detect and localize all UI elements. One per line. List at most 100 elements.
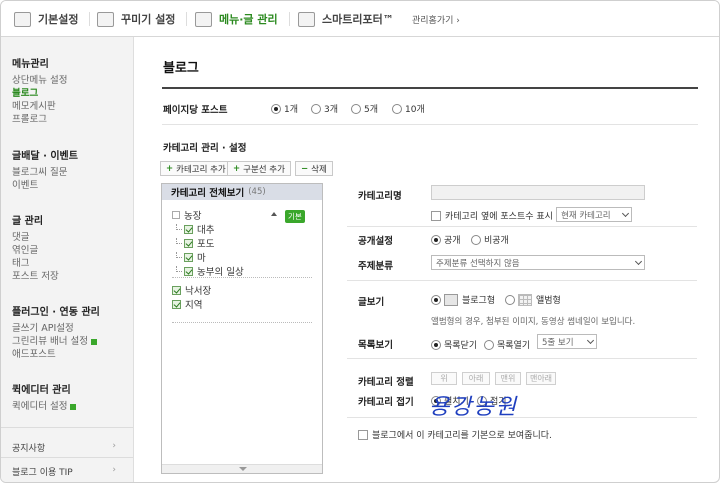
tab-smart-reporter[interactable]: 스마트리포터™ bbox=[298, 9, 394, 29]
divider bbox=[1, 457, 133, 458]
radio-posts-5[interactable]: 5개 bbox=[351, 102, 378, 115]
category-check-icon bbox=[184, 252, 193, 262]
move-bottom-button[interactable]: 맨아래 bbox=[526, 372, 556, 385]
radio-list-open[interactable]: 목록열기 bbox=[484, 338, 530, 351]
plus-icon: + bbox=[166, 163, 174, 174]
sidebar-item-api-settings[interactable]: 글쓰기 API설정 bbox=[12, 322, 100, 335]
sidebar-tip-link[interactable]: 블로그 이용 TIP › bbox=[12, 465, 124, 478]
tree-node-scribble[interactable]: 낙서장 bbox=[172, 283, 211, 297]
current-category-select[interactable]: 현재 카테고리 bbox=[556, 207, 632, 222]
window-frame: 기본설정 꾸미기 설정 메뉴·글 관리 스마트리포터™ 관리홈가기 › 메뉴관리… bbox=[0, 0, 720, 483]
radio-public[interactable]: 공개 bbox=[431, 233, 461, 246]
tree-branch bbox=[176, 224, 182, 230]
radio-posts-3[interactable]: 3개 bbox=[311, 102, 338, 115]
sidebar-group-menu: 메뉴관리 상단메뉴 설정 블로그 메모게시판 프롤로그 bbox=[12, 55, 67, 126]
radio-icon bbox=[505, 294, 515, 305]
radio-posts-10[interactable]: 10개 bbox=[392, 102, 425, 115]
sidebar-item-top-menu[interactable]: 상단메뉴 설정 bbox=[12, 74, 67, 87]
sidebar-item-event[interactable]: 이벤트 bbox=[12, 179, 78, 192]
sidebar-group-posts: 글 관리 댓글 엮인글 태그 포스트 저장 bbox=[12, 212, 59, 283]
sidebar-notice-link[interactable]: 공지사항 › bbox=[12, 441, 124, 454]
new-badge-icon bbox=[70, 403, 77, 410]
sidebar-item-comments[interactable]: 댓글 bbox=[12, 231, 59, 244]
topic-label: 주제분류 bbox=[358, 261, 393, 272]
category-sort-label: 카테고리 정렬 bbox=[358, 377, 414, 388]
category-all-view[interactable]: 카테고리 전체보기 (45) bbox=[162, 184, 322, 200]
add-category-button[interactable]: + 카테고리 추가 bbox=[160, 161, 232, 176]
sidebar-item-quick-editor[interactable]: 퀵에디터 설정 bbox=[12, 400, 77, 413]
main-content: 블로그 페이지당 포스트 1개 3개 5개 10개 카테고리 관리 · 설정 +… bbox=[135, 37, 719, 482]
new-badge-icon bbox=[90, 338, 97, 345]
radio-blog-type[interactable]: 블로그형 bbox=[431, 293, 495, 306]
category-name-input[interactable] bbox=[431, 185, 645, 200]
admin-home-link[interactable]: 관리홈가기 › bbox=[412, 13, 460, 26]
sidebar-item-save-posts[interactable]: 포스트 저장 bbox=[12, 270, 59, 283]
node-label: 대추 bbox=[197, 225, 215, 236]
delete-button[interactable]: − 삭제 bbox=[295, 161, 333, 176]
button-label: 카테고리 추가 bbox=[176, 164, 226, 175]
divider bbox=[347, 226, 697, 227]
category-collapse-label: 카테고리 접기 bbox=[358, 397, 414, 408]
list-rows-select[interactable]: 5줄 보기 bbox=[537, 334, 597, 349]
option-label: 목록열기 bbox=[497, 341, 531, 351]
move-up-button[interactable]: 위 bbox=[431, 372, 457, 385]
divider bbox=[162, 124, 698, 125]
plus-icon: + bbox=[233, 163, 241, 174]
tree-node-farm[interactable]: 농장 bbox=[172, 208, 201, 222]
watermark-text: 용강농원 bbox=[429, 395, 518, 420]
radio-list-closed[interactable]: 목록닫기 bbox=[431, 338, 477, 351]
collapse-caret-icon[interactable] bbox=[271, 212, 277, 216]
all-view-label: 카테고리 전체보기 bbox=[171, 188, 245, 199]
tree-node-region[interactable]: 지역 bbox=[172, 297, 202, 311]
top-navigation: 기본설정 꾸미기 설정 메뉴·글 관리 스마트리포터™ 관리홈가기 › bbox=[1, 1, 719, 37]
add-divider-button[interactable]: + 구분선 추가 bbox=[227, 161, 291, 176]
sidebar-item-adpost[interactable]: 애드포스트 bbox=[12, 348, 100, 361]
radio-checked-icon bbox=[431, 294, 441, 305]
sidebar-item-blog[interactable]: 블로그 bbox=[12, 87, 67, 100]
radio-icon bbox=[351, 103, 361, 114]
divider bbox=[347, 417, 697, 418]
radio-checked-icon bbox=[431, 339, 441, 350]
divider bbox=[1, 427, 133, 428]
checkbox-label: 블로그에서 이 카테고리를 기본으로 보여줍니다. bbox=[372, 431, 552, 441]
sidebar-item-prologue[interactable]: 프롤로그 bbox=[12, 113, 67, 126]
sidebar-item-label: 그린리뷰 배너 설정 bbox=[12, 336, 88, 347]
tab-basic-settings[interactable]: 기본설정 bbox=[14, 9, 91, 29]
tree-node-yam[interactable]: 마 bbox=[176, 250, 206, 264]
sidebar-item-blog-question[interactable]: 블로그씨 질문 bbox=[12, 166, 78, 179]
sidebar-group-title: 글배달 · 이벤트 bbox=[12, 151, 78, 162]
sidebar-item-tags[interactable]: 태그 bbox=[12, 257, 59, 270]
design-icon bbox=[97, 11, 114, 27]
tab-label: 기본설정 bbox=[38, 13, 79, 26]
sidebar-item-trackbacks[interactable]: 엮인글 bbox=[12, 244, 59, 257]
chevron-down-icon bbox=[584, 335, 596, 348]
move-top-button[interactable]: 맨위 bbox=[495, 372, 521, 385]
radio-album-type[interactable]: 앨범형 bbox=[505, 293, 561, 306]
sidebar-group-plugins: 플러그인 · 연동 관리 글쓰기 API설정 그린리뷰 배너 설정 애드포스트 bbox=[12, 303, 100, 361]
radio-icon bbox=[471, 234, 481, 245]
category-tree: 카테고리 전체보기 (45) 농장 기본 대추 포도 마 농부의 일상 낙서장 … bbox=[161, 183, 323, 474]
radio-posts-1[interactable]: 1개 bbox=[271, 102, 298, 115]
tab-label: 스마트리포터™ bbox=[322, 13, 394, 26]
tree-scroll-bottom[interactable] bbox=[162, 464, 322, 473]
radio-checked-icon bbox=[431, 234, 441, 245]
blog-layout-icon bbox=[444, 293, 458, 306]
radio-private[interactable]: 비공개 bbox=[471, 233, 509, 246]
tree-node-grape[interactable]: 포도 bbox=[176, 236, 214, 250]
post-count-checkbox[interactable]: 카테고리 옆에 포스트수 표시 bbox=[431, 209, 553, 222]
tab-label: 메뉴·글 관리 bbox=[219, 13, 278, 26]
node-label: 농부의 일상 bbox=[197, 267, 244, 278]
sidebar-group-title: 글 관리 bbox=[12, 216, 44, 227]
node-label: 지역 bbox=[185, 300, 203, 311]
tab-design-settings[interactable]: 꾸미기 설정 bbox=[97, 9, 188, 29]
tree-node-jujube[interactable]: 대추 bbox=[176, 222, 214, 236]
move-down-button[interactable]: 아래 bbox=[462, 372, 490, 385]
default-view-checkbox[interactable]: 블로그에서 이 카테고리를 기본으로 보여줍니다. bbox=[358, 428, 552, 441]
tree-node-farmer-daily[interactable]: 농부의 일상 bbox=[176, 264, 244, 278]
album-grid-icon bbox=[518, 293, 532, 306]
sidebar-item-memo-board[interactable]: 메모게시판 bbox=[12, 100, 67, 113]
divider bbox=[172, 322, 312, 323]
topic-select[interactable]: 주제분류 선택하지 않음 bbox=[431, 255, 645, 270]
tab-menu-post-management[interactable]: 메뉴·글 관리 bbox=[195, 9, 290, 29]
sidebar-item-green-review[interactable]: 그린리뷰 배너 설정 bbox=[12, 335, 100, 348]
